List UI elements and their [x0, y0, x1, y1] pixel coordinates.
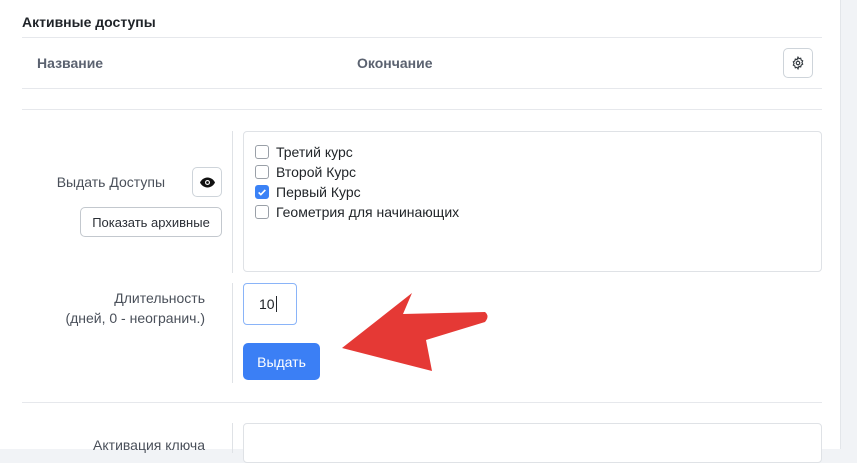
- section-title-active-access: Активные доступы: [22, 14, 156, 30]
- duration-value: 10: [259, 296, 275, 312]
- course-checkbox[interactable]: [255, 165, 269, 179]
- course-label: Третий курс: [276, 144, 353, 160]
- checkmark-icon: [258, 189, 266, 196]
- course-list: Третий курс Второй Курс Первый Курс Геом…: [243, 131, 822, 272]
- course-checkbox[interactable]: [255, 185, 269, 199]
- form-column-divider: [232, 131, 233, 273]
- divider: [22, 88, 822, 89]
- course-option[interactable]: Третий курс: [255, 144, 353, 160]
- text-caret: [275, 296, 277, 312]
- divider: [22, 402, 822, 403]
- duration-label: Длительность: [114, 290, 205, 306]
- column-header-name: Название: [37, 55, 104, 71]
- divider: [22, 109, 822, 110]
- course-label: Второй Курс: [276, 164, 356, 180]
- table-settings-button[interactable]: [783, 48, 813, 78]
- divider: [22, 37, 822, 38]
- duration-input[interactable]: 10: [243, 283, 297, 325]
- course-option[interactable]: Первый Курс: [255, 184, 361, 200]
- content-panel: Активные доступы Название Окончание Выда…: [0, 0, 841, 463]
- gear-icon: [792, 56, 804, 70]
- eye-icon: [199, 177, 215, 187]
- course-label: Первый Курс: [276, 184, 361, 200]
- course-checkbox[interactable]: [255, 145, 269, 159]
- grant-access-label: Выдать Доступы: [56, 174, 165, 190]
- show-archived-button[interactable]: Показать архивные: [80, 207, 222, 237]
- issue-access-button[interactable]: Выдать: [243, 343, 320, 380]
- course-checkbox[interactable]: [255, 205, 269, 219]
- key-activation-input[interactable]: [243, 423, 822, 463]
- form-column-divider: [232, 283, 233, 383]
- key-activation-label: Активация ключа: [93, 437, 205, 453]
- course-label: Геометрия для начинающих: [276, 204, 460, 220]
- column-header-end: Окончание: [357, 55, 433, 71]
- course-option[interactable]: Второй Курс: [255, 164, 356, 180]
- annotation-arrow-icon: [342, 293, 488, 371]
- duration-hint: (дней, 0 - неогранич.): [65, 310, 205, 326]
- course-option[interactable]: Геометрия для начинающих: [255, 204, 459, 220]
- view-courses-button[interactable]: [192, 167, 222, 197]
